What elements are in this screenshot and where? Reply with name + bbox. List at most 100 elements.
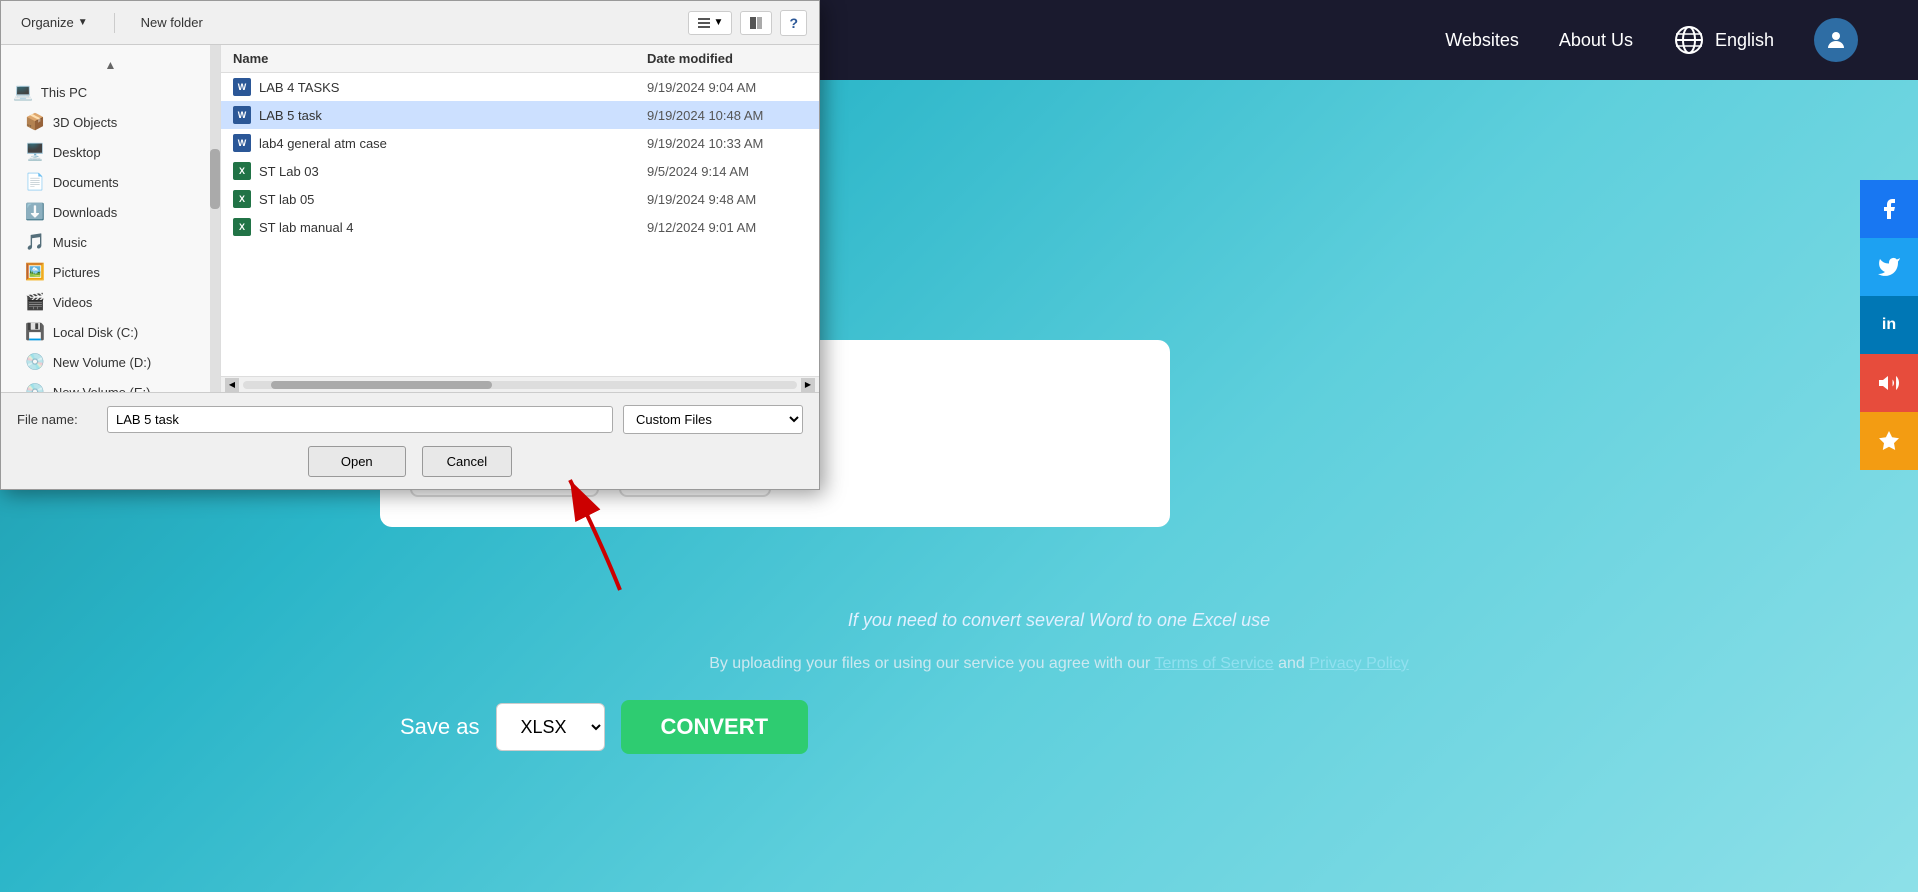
this-pc-icon: 💻: [13, 82, 33, 102]
sidebar-item-documents[interactable]: 📄 Documents: [1, 167, 220, 197]
dialog-sidebar: ▲ 💻 This PC 📦 3D Objects 🖥️ Desktop 📄 Do…: [1, 45, 221, 392]
sidebar-item-downloads[interactable]: ⬇️ Downloads: [1, 197, 220, 227]
sidebar-item-new-volume-d[interactable]: 💿 New Volume (D:): [1, 347, 220, 377]
convert-text: If you need to convert several Word to o…: [300, 610, 1818, 631]
save-as-bar: Save as XLSXCSVODS CONVERT: [400, 700, 808, 754]
organize-button[interactable]: Organize ▼: [13, 11, 96, 34]
language-label: English: [1715, 30, 1774, 51]
file-row[interactable]: X ST lab 05 9/19/2024 9:48 AM: [221, 185, 819, 213]
new-folder-label: New folder: [141, 15, 203, 30]
new-volume-d-label: New Volume (D:): [53, 355, 151, 370]
convert-button[interactable]: CONVERT: [621, 700, 809, 754]
details-pane-icon: [749, 16, 763, 30]
excel-file-icon: X: [233, 162, 251, 180]
filelist-scroll: W LAB 4 TASKS 9/19/2024 9:04 AM W LAB 5 …: [221, 73, 819, 376]
sidebar-scrollbar-thumb: [210, 149, 220, 209]
desktop-label: Desktop: [53, 145, 101, 160]
downloads-icon: ⬇️: [25, 202, 45, 222]
music-label: Music: [53, 235, 87, 250]
sidebar-item-pictures[interactable]: 🖼️ Pictures: [1, 257, 220, 287]
file-row[interactable]: X ST Lab 03 9/5/2024 9:14 AM: [221, 157, 819, 185]
file-row[interactable]: X ST lab manual 4 9/12/2024 9:01 AM: [221, 213, 819, 241]
sidebar-scrollbar[interactable]: [210, 45, 220, 392]
favorite-button[interactable]: [1860, 412, 1918, 470]
file-dialog: Organize ▼ New folder ▼: [0, 0, 820, 490]
local-disk-c-icon: 💾: [25, 322, 45, 342]
filename-row: File name: Custom Files: [17, 405, 803, 434]
file-row[interactable]: W LAB 5 task 9/19/2024 10:48 AM: [221, 101, 819, 129]
sidebar-item-desktop[interactable]: 🖥️ Desktop: [1, 137, 220, 167]
file-name: ST Lab 03: [259, 164, 639, 179]
save-as-label: Save as: [400, 714, 480, 740]
file-date: 9/19/2024 10:33 AM: [647, 136, 807, 151]
filename-label: File name:: [17, 412, 97, 427]
dialog-filelist: Name Date modified W LAB 4 TASKS 9/19/20…: [221, 45, 819, 392]
organize-label: Organize: [21, 15, 74, 30]
nav-language[interactable]: English: [1673, 24, 1774, 56]
hscroll-right-arrow[interactable]: ▶: [801, 378, 815, 392]
hscroll-left-arrow[interactable]: ◀: [225, 378, 239, 392]
twitter-button[interactable]: [1860, 238, 1918, 296]
filename-input[interactable]: [107, 406, 613, 433]
excel-file-icon: X: [233, 218, 251, 236]
terms-text: By uploading your files or using our ser…: [300, 655, 1818, 673]
file-date: 9/5/2024 9:14 AM: [647, 164, 807, 179]
nav-about-us[interactable]: About Us: [1559, 30, 1633, 51]
pictures-icon: 🖼️: [25, 262, 45, 282]
open-button[interactable]: Open: [308, 446, 406, 477]
new-volume-d-icon: 💿: [25, 352, 45, 372]
word-file-icon: W: [233, 78, 251, 96]
file-row[interactable]: W LAB 4 TASKS 9/19/2024 9:04 AM: [221, 73, 819, 101]
filetype-select[interactable]: Custom Files: [623, 405, 803, 434]
excel-file-icon: X: [233, 190, 251, 208]
music-icon: 🎵: [25, 232, 45, 252]
sidebar-item-this-pc[interactable]: 💻 This PC: [1, 77, 220, 107]
new-folder-button[interactable]: New folder: [133, 11, 211, 34]
pictures-label: Pictures: [53, 265, 100, 280]
privacy-link[interactable]: Privacy Policy: [1309, 655, 1409, 672]
globe-icon: [1673, 24, 1705, 56]
file-row[interactable]: W lab4 general atm case 9/19/2024 10:33 …: [221, 129, 819, 157]
dialog-bottom: File name: Custom Files Open Cancel: [1, 392, 819, 489]
hscroll-thumb: [271, 381, 493, 389]
word-file-icon: W: [233, 106, 251, 124]
dialog-body: ▲ 💻 This PC 📦 3D Objects 🖥️ Desktop 📄 Do…: [1, 45, 819, 392]
dialog-toolbar: Organize ▼ New folder ▼: [1, 1, 819, 45]
sidebar-item-new-volume-e[interactable]: 💿 New Volume (E:): [1, 377, 220, 392]
hscroll-track[interactable]: [243, 381, 797, 389]
column-date[interactable]: Date modified: [647, 51, 807, 66]
downloads-label: Downloads: [53, 205, 117, 220]
new-volume-e-icon: 💿: [25, 382, 45, 392]
videos-icon: 🎬: [25, 292, 45, 312]
format-select[interactable]: XLSXCSVODS: [496, 703, 605, 751]
file-date: 9/19/2024 10:48 AM: [647, 108, 807, 123]
sidebar-item-local-disk-c[interactable]: 💾 Local Disk (C:): [1, 317, 220, 347]
facebook-button[interactable]: [1860, 180, 1918, 238]
view-button[interactable]: ▼: [688, 11, 733, 35]
horizontal-scrollbar[interactable]: ◀ ▶: [221, 376, 819, 392]
documents-label: Documents: [53, 175, 119, 190]
cancel-button[interactable]: Cancel: [422, 446, 512, 477]
sidebar-scroll-up[interactable]: ▲: [1, 53, 220, 77]
sidebar-item-videos[interactable]: 🎬 Videos: [1, 287, 220, 317]
desktop-icon: 🖥️: [25, 142, 45, 162]
videos-label: Videos: [53, 295, 93, 310]
column-name[interactable]: Name: [233, 51, 647, 66]
announcement-button[interactable]: [1860, 354, 1918, 412]
view-list-icon: [697, 16, 711, 30]
nav-websites[interactable]: Websites: [1445, 30, 1519, 51]
file-name: ST lab 05: [259, 192, 639, 207]
toolbar-separator: [114, 13, 115, 33]
file-name: LAB 4 TASKS: [259, 80, 639, 95]
sidebar-item-3d-objects[interactable]: 📦 3D Objects: [1, 107, 220, 137]
file-name: LAB 5 task: [259, 108, 639, 123]
word-file-icon: W: [233, 134, 251, 152]
help-button[interactable]: ?: [780, 10, 807, 36]
view-dropdown-icon: ▼: [714, 17, 724, 28]
linkedin-button[interactable]: in: [1860, 296, 1918, 354]
terms-link[interactable]: Terms of Service: [1154, 655, 1273, 672]
sidebar-item-music[interactable]: 🎵 Music: [1, 227, 220, 257]
file-date: 9/12/2024 9:01 AM: [647, 220, 807, 235]
details-pane-button[interactable]: [740, 11, 772, 35]
user-avatar[interactable]: [1814, 18, 1858, 62]
